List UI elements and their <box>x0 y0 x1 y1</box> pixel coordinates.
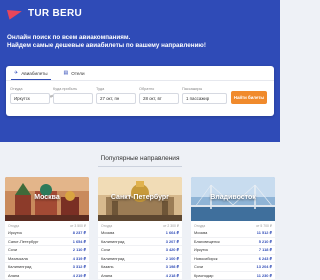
list-header: Откуда от 3 500 ₽ <box>8 224 86 228</box>
depart-label: Туда <box>96 87 105 91</box>
list-item[interactable]: Калининград 2 100 ₽ <box>98 255 182 263</box>
list-item[interactable]: Благовещенск 5 210 ₽ <box>191 238 275 246</box>
plane-logo-icon <box>8 7 24 19</box>
list-item[interactable]: Анапа 4 219 ₽ <box>5 272 89 280</box>
depart-date-field[interactable]: 27 окт, пн <box>96 93 136 104</box>
city-card-saint-petersburg[interactable]: Санкт-Петербург Откуда от 2 300 ₽ Москва… <box>98 177 182 280</box>
tab-flights-label: Авиабилеты <box>21 70 48 76</box>
title-underline <box>98 166 182 167</box>
plane-icon: ✈ <box>14 70 19 76</box>
from-field[interactable]: Иркутск <box>10 93 50 104</box>
list-item[interactable]: Москва 11 512 ₽ <box>191 229 275 238</box>
tagline: Онлайн поиск по всем авиакомпаниям. Найд… <box>7 34 237 50</box>
list-item[interactable]: Новосибирск 6 243 ₽ <box>191 255 275 263</box>
city-name-moscow: Москва <box>34 194 60 201</box>
passengers-label: Пассажиры <box>182 87 203 91</box>
list-header: Откуда от 5 700 ₽ <box>194 224 272 228</box>
city-name-vladivostok: Владивосток <box>210 194 256 201</box>
search-form: ✈ Авиабилеты ▤ Отели Откуда Куда прибыть… <box>6 66 274 116</box>
tabs-divider <box>6 80 274 81</box>
tagline-line-1: Онлайн поиск по всем авиакомпаниям. <box>7 34 131 41</box>
list-item[interactable]: Калининград 3 312 ₽ <box>5 263 89 272</box>
moscow-photo: Москва <box>5 177 89 221</box>
saint-petersburg-photo: Санкт-Петербург <box>98 177 182 221</box>
from-label: Откуда <box>10 87 23 91</box>
return-date-field[interactable]: 28 окт, вт <box>139 93 179 104</box>
hero-banner: TUR BERU Онлайн поиск по всем авиакомпан… <box>0 0 280 142</box>
popular-destinations: Популярные направления Москва Откуда от … <box>0 142 280 280</box>
list-item[interactable]: Санкт-Петербург 1 654 ₽ <box>5 238 89 246</box>
list-item[interactable]: Калининград 3 207 ₽ <box>98 238 182 246</box>
tab-hotels-label: Отели <box>71 70 85 76</box>
tagline-line-2: Найдем самые дешевые авиабилеты по вашем… <box>7 42 206 49</box>
tab-flights[interactable]: ✈ Авиабилеты <box>11 66 51 80</box>
search-tabs: ✈ Авиабилеты ▤ Отели <box>6 66 88 80</box>
list-item[interactable]: Казань 3 198 ₽ <box>98 263 182 272</box>
city-card-vladivostok[interactable]: Владивосток Откуда от 5 700 ₽ Москва 11 5… <box>191 177 275 280</box>
logo[interactable]: TUR BERU <box>8 7 82 19</box>
tab-hotels[interactable]: ▤ Отели <box>61 66 88 80</box>
to-label: Куда прибыть <box>53 87 78 91</box>
list-item[interactable]: Анапа 4 218 ₽ <box>98 272 182 280</box>
hotel-icon: ▤ <box>63 70 69 76</box>
list-item[interactable]: Москва 1 664 ₽ <box>98 229 182 238</box>
list-item[interactable]: Сочи 13 204 ₽ <box>191 263 275 272</box>
list-header: Откуда от 2 300 ₽ <box>101 224 179 228</box>
list-item[interactable]: Иркутск 7 118 ₽ <box>191 246 275 255</box>
list-item[interactable]: Махачкала 4 319 ₽ <box>5 255 89 263</box>
to-field[interactable] <box>53 93 93 104</box>
city-card-moscow[interactable]: Москва Откуда от 3 500 ₽ Иркутск 8 237 ₽ … <box>5 177 89 280</box>
list-item[interactable]: Сочи 3 420 ₽ <box>98 246 182 255</box>
return-label: Обратно <box>139 87 155 91</box>
find-tickets-button[interactable]: Найти билеты <box>231 91 267 104</box>
list-item[interactable]: Сочи 2 110 ₽ <box>5 246 89 255</box>
passengers-field[interactable]: 1 пассажир <box>182 93 227 104</box>
city-name-saint-petersburg: Санкт-Петербург <box>110 194 170 201</box>
list-item[interactable]: Краснодар 11 230 ₽ <box>191 272 275 280</box>
vladivostok-photo: Владивосток <box>191 177 275 221</box>
list-item[interactable]: Иркутск 8 237 ₽ <box>5 229 89 238</box>
brand-name: TUR BERU <box>28 7 83 19</box>
section-title: Популярные направления <box>100 155 180 162</box>
